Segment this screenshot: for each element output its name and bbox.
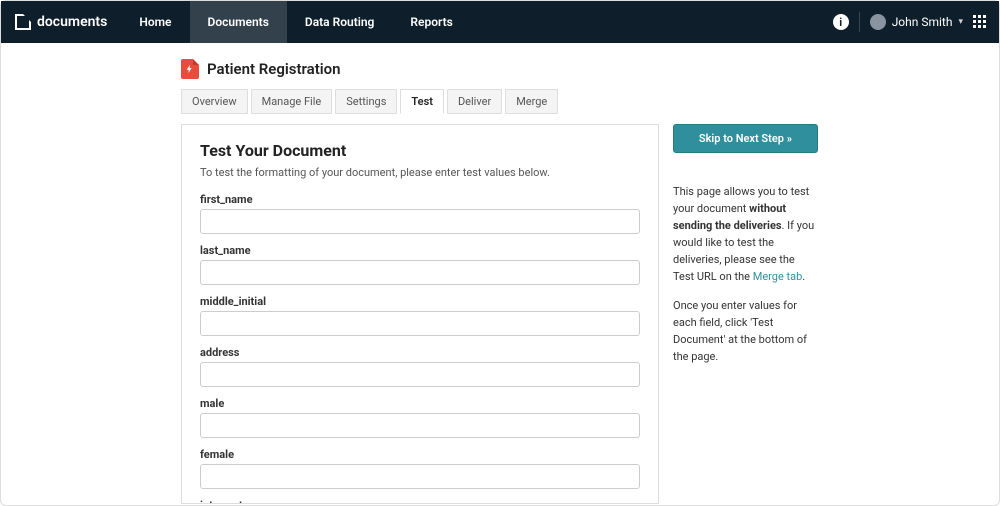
avatar [870,14,886,30]
info-icon[interactable]: i [833,14,849,30]
nav-home[interactable]: Home [121,1,189,43]
skip-to-next-step-button[interactable]: Skip to Next Step » [673,124,818,153]
input-first-name[interactable] [200,209,640,234]
label-male: male [200,397,640,410]
page-title: Patient Registration [207,60,341,78]
nav-data-routing[interactable]: Data Routing [287,1,393,43]
panel-heading: Test Your Document [200,141,640,160]
apps-icon[interactable] [973,15,987,29]
field-middle-initial: middle_initial [200,295,640,336]
help-text-1d: . [802,270,805,283]
field-last-name: last_name [200,244,640,285]
nav-documents[interactable]: Documents [190,1,287,43]
input-middle-initial[interactable] [200,311,640,336]
tab-deliver[interactable]: Deliver [447,89,502,114]
tab-merge[interactable]: Merge [505,89,558,114]
label-interpreter-yes: interpreter_yes [200,499,640,504]
title-row: Patient Registration [181,59,999,79]
brand-name: documents [37,14,107,30]
doc-tabs: Overview Manage File Settings Test Deliv… [181,89,999,114]
panel-subtext: To test the formatting of your document,… [200,166,640,179]
label-address: address [200,346,640,359]
page-body: Patient Registration Overview Manage Fil… [1,43,999,504]
field-interpreter-yes: interpreter_yes [200,499,640,504]
input-address[interactable] [200,362,640,387]
label-first-name: first_name [200,193,640,206]
chevron-down-icon: ▾ [958,17,963,27]
label-female: female [200,448,640,461]
brand-icon [15,14,31,30]
merge-tab-link[interactable]: Merge tab [753,270,803,283]
test-panel: Test Your Document To test the formattin… [181,124,659,504]
tab-settings[interactable]: Settings [335,89,397,114]
input-male[interactable] [200,413,640,438]
label-last-name: last_name [200,244,640,257]
nav-reports[interactable]: Reports [392,1,470,43]
topbar-right: i John Smith ▾ [833,12,999,32]
field-first-name: first_name [200,193,640,234]
content-row: Test Your Document To test the formattin… [181,124,999,504]
user-name: John Smith [892,15,953,29]
tab-test[interactable]: Test [400,89,444,114]
help-text-1a: This page allows you to test your docume… [673,185,809,215]
pdf-icon [181,59,199,79]
user-menu[interactable]: John Smith ▾ [870,14,963,30]
field-male: male [200,397,640,438]
brand[interactable]: documents [1,14,121,30]
input-female[interactable] [200,464,640,489]
help-text-2: Once you enter values for each field, cl… [673,297,818,365]
help-text: This page allows you to test your docume… [673,183,818,365]
top-nav-bar: documents Home Documents Data Routing Re… [1,1,999,43]
field-address: address [200,346,640,387]
primary-nav: Home Documents Data Routing Reports [121,1,470,43]
tab-manage-file[interactable]: Manage File [251,89,333,114]
right-column: Skip to Next Step » This page allows you… [673,124,818,377]
tab-overview[interactable]: Overview [181,89,248,114]
divider [859,12,860,32]
input-last-name[interactable] [200,260,640,285]
field-female: female [200,448,640,489]
label-middle-initial: middle_initial [200,295,640,308]
